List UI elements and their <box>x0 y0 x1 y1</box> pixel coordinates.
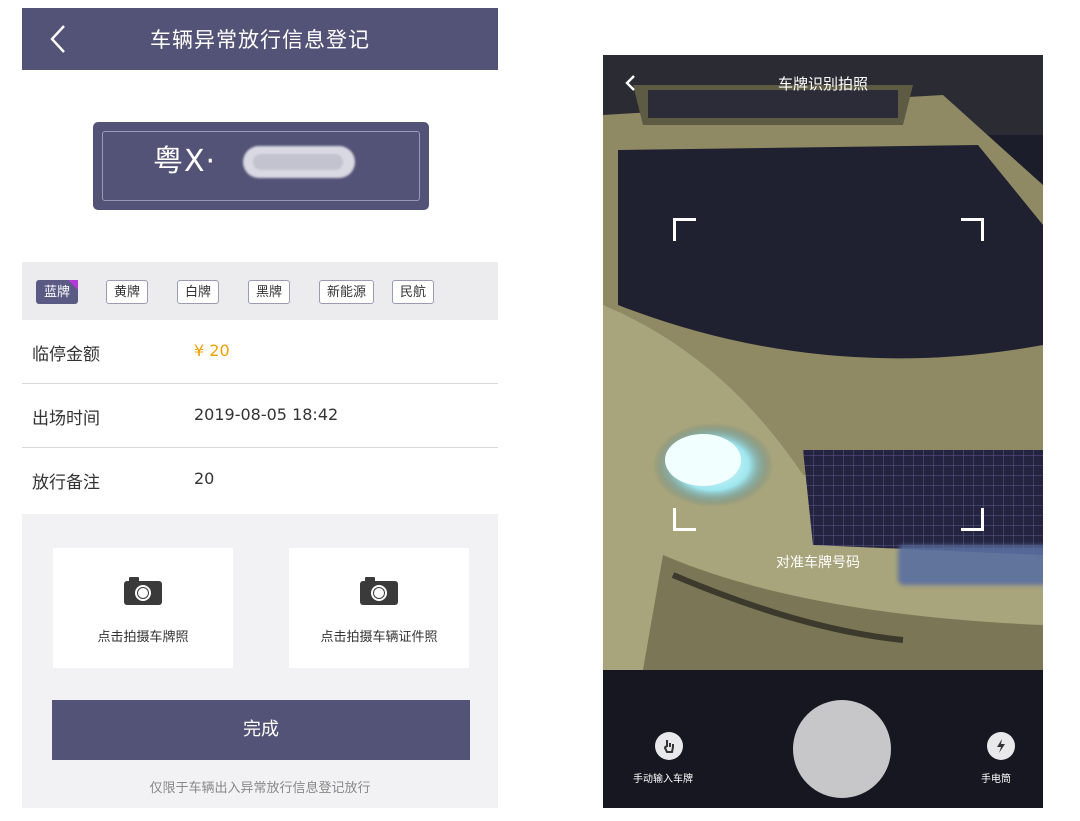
scan-frame-corner-top-right <box>961 218 984 241</box>
scan-frame-corner-bottom-right <box>961 508 984 531</box>
remark-row[interactable]: 放行备注 20 <box>22 448 498 514</box>
plate-type-civil-aviation[interactable]: 民航 <box>392 280 435 304</box>
exit-time-label: 出场时间 <box>32 409 100 429</box>
exit-time-value: 2019-08-05 18:42 <box>194 405 339 424</box>
fee-value: ¥ 20 <box>194 341 230 360</box>
vehicle-doc-photo-card[interactable]: 点击拍摄车辆证件照 <box>289 548 469 668</box>
flashlight-label[interactable]: 手电筒 <box>981 770 1011 785</box>
fee-label: 临停金额 <box>32 345 100 365</box>
done-button[interactable]: 完成 <box>52 700 470 760</box>
plate-type-white[interactable]: 白牌 <box>177 280 220 304</box>
page-title: 车辆异常放行信息登记 <box>150 28 370 52</box>
scan-frame-corner-bottom-left <box>673 508 696 531</box>
camera-icon <box>359 576 399 606</box>
plate-type-blue[interactable]: 蓝牌 <box>36 280 79 304</box>
fee-row: 临停金额 ¥ 20 <box>22 320 498 384</box>
manual-input-button[interactable] <box>655 732 683 760</box>
plate-type-yellow[interactable]: 黄牌 <box>106 280 149 304</box>
camera-controls: 手动输入车牌 手电筒 <box>603 670 1043 808</box>
plate-photo-label: 点击拍摄车牌照 <box>97 630 189 645</box>
plate-number-redacted <box>243 146 355 178</box>
camera-viewfinder: 车牌识别拍照 对准车牌号码 <box>603 55 1043 670</box>
parking-release-form-screen: 车辆异常放行信息登记 粤X· 蓝牌 黄牌 白牌 黑牌 新能源 民航 临停金额 ¥… <box>22 8 498 808</box>
flashlight-icon <box>997 739 1005 753</box>
scan-frame-corner-top-left <box>673 218 696 241</box>
shutter-button[interactable] <box>793 700 891 798</box>
manual-input-label[interactable]: 手动输入车牌 <box>633 770 693 785</box>
camera-icon <box>123 576 163 606</box>
remark-label: 放行备注 <box>32 473 100 493</box>
plate-type-new-energy[interactable]: 新能源 <box>319 280 375 304</box>
footnote: 仅限于车辆出入异常放行信息登记放行 <box>149 781 371 796</box>
plate-photo-card[interactable]: 点击拍摄车牌照 <box>53 548 233 668</box>
plate-type-selector: 蓝牌 黄牌 白牌 黑牌 新能源 民航 <box>22 262 498 320</box>
aim-hint: 对准车牌号码 <box>776 555 860 571</box>
license-plate-card[interactable]: 粤X· <box>93 122 429 210</box>
flashlight-button[interactable] <box>987 732 1015 760</box>
header-bar: 车辆异常放行信息登记 <box>22 8 498 70</box>
plate-prefix: 粤X· <box>153 144 217 179</box>
remark-input[interactable]: 20 <box>194 469 214 488</box>
hand-icon <box>663 740 674 753</box>
recognized-plate-redacted <box>898 545 1043 585</box>
plate-recognition-camera-screen: 车牌识别拍照 对准车牌号码 手动输入车牌 手电筒 <box>603 55 1043 808</box>
plate-display-area: 粤X· <box>22 70 498 262</box>
vehicle-doc-photo-label: 点击拍摄车辆证件照 <box>320 630 438 645</box>
plate-type-black[interactable]: 黑牌 <box>248 280 291 304</box>
exit-time-row: 出场时间 2019-08-05 18:42 <box>22 384 498 448</box>
camera-title: 车牌识别拍照 <box>777 75 868 93</box>
